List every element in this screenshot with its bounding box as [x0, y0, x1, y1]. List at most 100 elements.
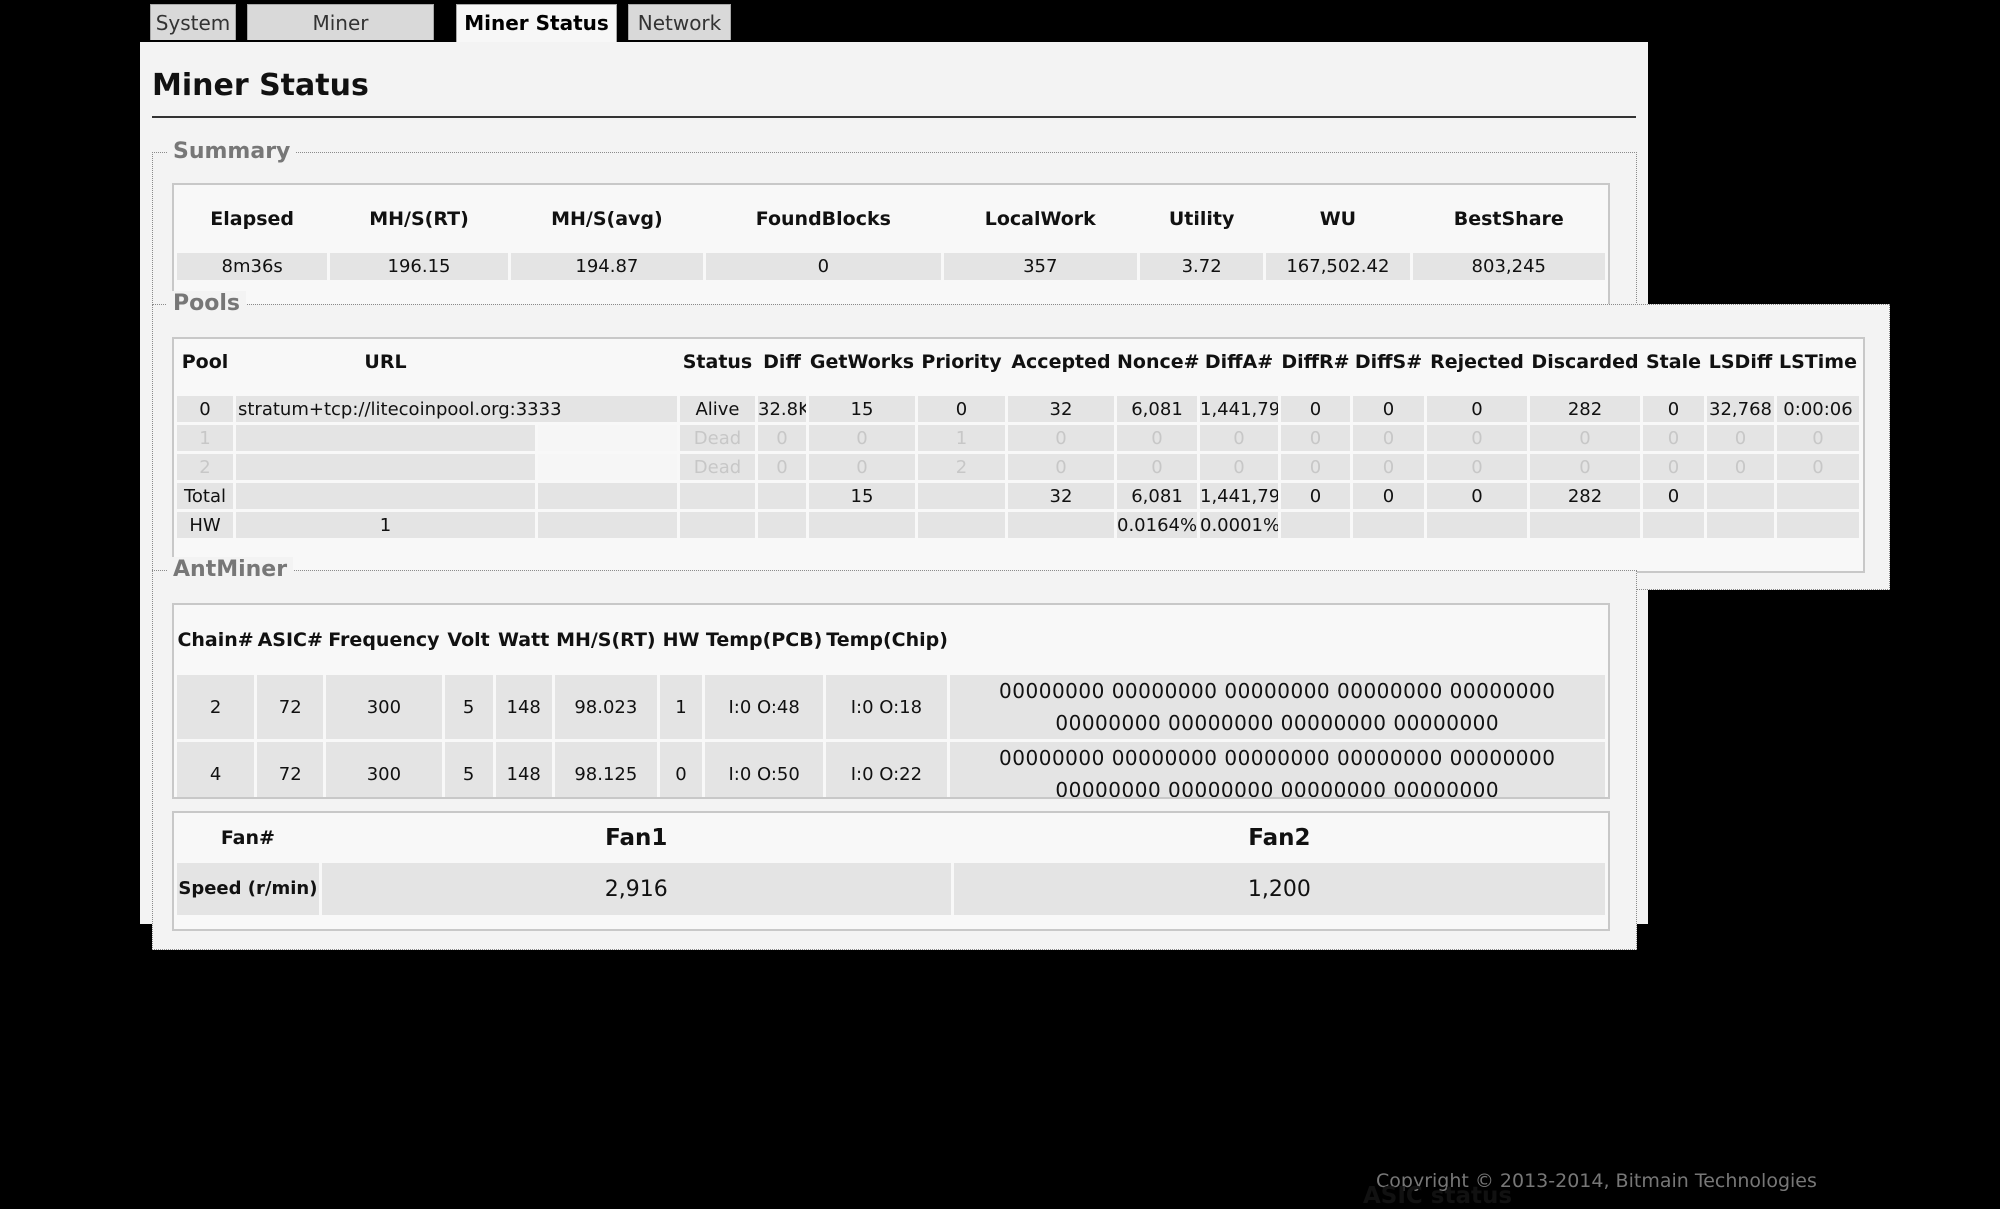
- pools-header: Stale: [1646, 351, 1701, 373]
- pool-cell: 0: [809, 454, 915, 480]
- chain-cell: 148: [495, 742, 552, 797]
- pool-cell: [680, 512, 755, 538]
- pool-cell: 32: [1008, 396, 1114, 422]
- tab-miner-status[interactable]: Miner Status: [456, 4, 617, 44]
- fan2-header: Fan2: [1248, 825, 1311, 851]
- pools-header-row: Pool URL Status Diff GetWorks Priority A…: [177, 342, 1859, 382]
- antminer-legend: AntMiner: [167, 557, 294, 582]
- pool-cell: 0: [809, 425, 915, 451]
- pool-cell: [538, 425, 677, 451]
- pool-cell: 0: [1427, 454, 1527, 480]
- pools-header: DiffS#: [1354, 351, 1423, 373]
- pools-header: DiffR#: [1281, 351, 1350, 373]
- pools-header: Discarded: [1531, 351, 1639, 373]
- antminer-panel: Chain# ASIC# Frequency Volt Watt MH/S(RT…: [172, 603, 1610, 799]
- pools-panel: Pool URL Status Diff GetWorks Priority A…: [172, 337, 1865, 573]
- pool-cell: 2: [918, 454, 1005, 480]
- chain-cell: 98.125: [554, 742, 657, 797]
- pool-cell: 1: [918, 425, 1005, 451]
- asic-status-header: ASIC status: [1363, 1183, 1513, 1209]
- pool-cell: 0: [1200, 454, 1278, 480]
- fan-table: Fan# Fan1 Fan2 Speed (r/min) 2,916 1,200: [174, 813, 1608, 918]
- pool-cell: 282: [1530, 483, 1640, 509]
- pool-cell: [236, 483, 535, 509]
- pools-header: Rejected: [1430, 351, 1524, 373]
- pools-header: LSTime: [1779, 351, 1857, 373]
- pool-cell: 0: [1117, 454, 1197, 480]
- antminer-header: Volt: [447, 629, 490, 651]
- summary-header: FoundBlocks: [755, 208, 891, 230]
- antminer-section: AntMiner Chain# ASIC# Frequency Volt Wat…: [152, 557, 1817, 1209]
- table-row: 2 72 300 5 148 98.023 1 I:0 O:48 I:0 O:1…: [177, 675, 1605, 739]
- tab-miner-configuration[interactable]: Miner Configuration: [247, 4, 434, 71]
- chain-cell: 72: [257, 675, 324, 739]
- pools-header: Priority: [921, 351, 1002, 373]
- pools-header: Nonce#: [1117, 351, 1200, 373]
- summary-header: WU: [1319, 208, 1357, 230]
- chain-cell: I:0 O:22: [826, 742, 947, 797]
- summary-value: 3.72: [1139, 253, 1264, 280]
- summary-header: MH/S(RT): [369, 208, 469, 230]
- pool-cell: [1777, 512, 1859, 538]
- pool-cell: 2: [177, 454, 233, 480]
- pool-cell: 0.0001%: [1200, 512, 1278, 538]
- pool-cell: 0:00:06: [1777, 396, 1859, 422]
- page-title: Miner Status: [152, 68, 369, 103]
- summary-value: 803,245: [1412, 253, 1605, 280]
- pool-cell: 15: [809, 396, 915, 422]
- antminer-header: Watt: [498, 629, 550, 651]
- title-divider: [152, 116, 1636, 118]
- summary-value-row: 8m36s 196.15 194.87 0 357 3.72 167,502.4…: [177, 253, 1605, 280]
- pools-header: [538, 342, 677, 382]
- pool-cell: 32.8K: [758, 396, 806, 422]
- pool-cell: Alive: [680, 396, 755, 422]
- summary-table: Elapsed MH/S(RT) MH/S(avg) FoundBlocks L…: [174, 185, 1608, 283]
- summary-header: MH/S(avg): [551, 208, 663, 230]
- chain-cell: 5: [444, 742, 493, 797]
- pool-cell: [1427, 512, 1527, 538]
- fan-speed-row: Speed (r/min) 2,916 1,200: [177, 863, 1605, 915]
- pool-url: stratum+tcp://litecoinpool.org:3333: [236, 396, 677, 422]
- antminer-table: Chain# ASIC# Frequency Volt Watt MH/S(RT…: [174, 605, 1608, 797]
- pools-header: URL: [364, 351, 407, 373]
- summary-legend: Summary: [167, 139, 297, 164]
- fan-header: Fan#: [220, 827, 275, 849]
- chain-cell: I:0 O:18: [826, 675, 947, 739]
- summary-section: Summary Elapsed MH/S(RT) MH/S(avg) Found…: [152, 139, 1637, 323]
- pools-header: GetWorks: [809, 351, 915, 373]
- table-row: 4 72 300 5 148 98.125 0 I:0 O:50 I:0 O:2…: [177, 742, 1605, 797]
- pool-cell: 0: [1530, 454, 1640, 480]
- pool-cell: 0: [1353, 396, 1424, 422]
- pool-cell: 0: [1427, 425, 1527, 451]
- pool-cell: 1: [236, 512, 535, 538]
- table-row: HW 1 0.0164% 0.0001%: [177, 512, 1859, 538]
- fan1-speed: 2,916: [321, 863, 951, 915]
- pool-cell: 0: [1281, 425, 1350, 451]
- pool-cell: 0: [1353, 483, 1424, 509]
- pool-cell: 0: [1117, 425, 1197, 451]
- pools-header: Pool: [181, 351, 229, 373]
- pool-cell: 0: [1643, 425, 1704, 451]
- pool-cell: 1,441,792: [1200, 483, 1278, 509]
- pool-cell: 0: [1777, 454, 1859, 480]
- tab-system[interactable]: System: [150, 4, 236, 40]
- chain-cell: 300: [326, 675, 442, 739]
- chain-cell: 98.023: [554, 675, 657, 739]
- pool-cell: [538, 454, 677, 480]
- status-page: Miner Status Summary Elapsed MH/S(RT) MH…: [140, 42, 1890, 1209]
- pool-cell: 0: [1427, 483, 1527, 509]
- pools-header: Status: [682, 351, 753, 373]
- table-row: 1 Dead 0 0 1 0 0 0 0 0 0 0 0 0 0: [177, 425, 1859, 451]
- pools-header: DiffA#: [1204, 351, 1274, 373]
- summary-header-row: Elapsed MH/S(RT) MH/S(avg) FoundBlocks L…: [177, 188, 1605, 250]
- pool-cell: [918, 512, 1005, 538]
- pool-cell: [1643, 512, 1704, 538]
- chain-cell: 5: [444, 675, 493, 739]
- pool-cell: [1707, 512, 1774, 538]
- pool-cell: 6,081: [1117, 396, 1197, 422]
- pool-cell: 15: [809, 483, 915, 509]
- pool-cell: [758, 483, 806, 509]
- asic-status-cell: 00000000 00000000 00000000 00000000 0000…: [949, 742, 1605, 797]
- asic-status-cell: 00000000 00000000 00000000 00000000 0000…: [949, 675, 1605, 739]
- tab-network[interactable]: Network: [628, 4, 731, 40]
